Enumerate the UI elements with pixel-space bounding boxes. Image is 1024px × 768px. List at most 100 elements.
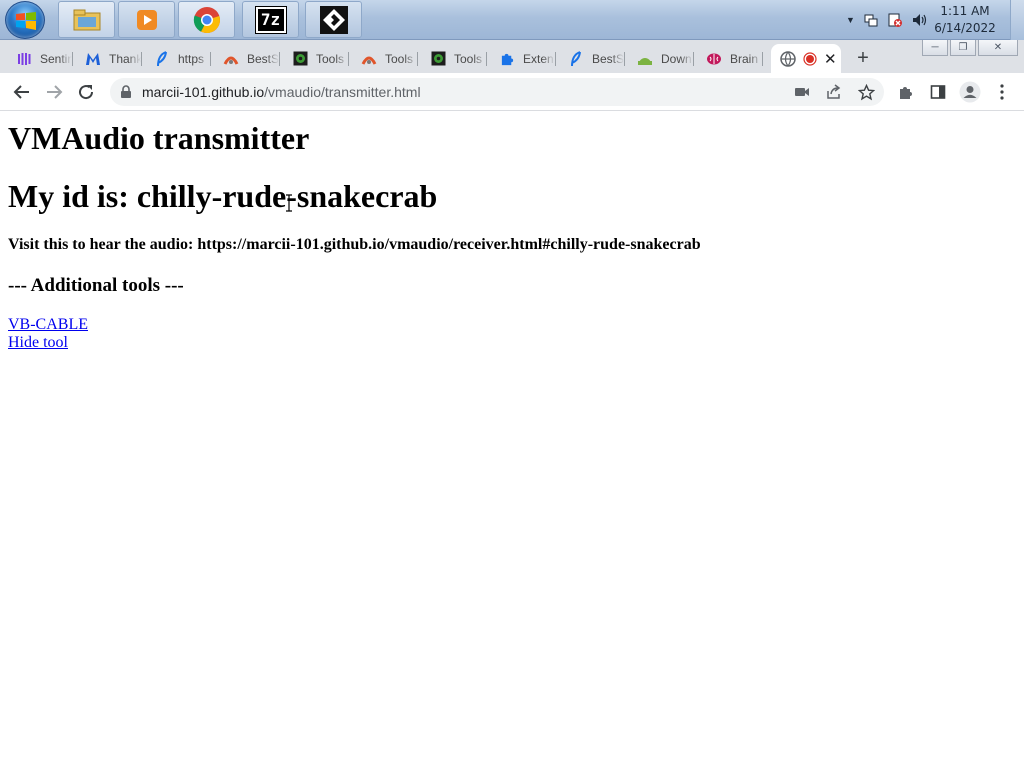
feather-icon bbox=[568, 50, 584, 67]
brain-icon bbox=[706, 51, 722, 67]
taskbar-cursor-app[interactable] bbox=[305, 1, 362, 38]
restore-button[interactable]: ❐ bbox=[950, 40, 976, 56]
clock-time[interactable]: 1:11 AM bbox=[930, 4, 1000, 18]
avatar-icon bbox=[959, 81, 981, 103]
vb-cable-link[interactable]: VB-CABLE bbox=[8, 316, 88, 334]
camera-indicator[interactable] bbox=[790, 80, 814, 104]
additional-tools-heading: --- Additional tools --- bbox=[8, 275, 184, 296]
tab-title: Sentinel bbox=[40, 51, 72, 66]
tab-5[interactable]: Tools bbox=[280, 44, 349, 73]
side-panel-icon bbox=[930, 85, 946, 99]
taskbar-7zip[interactable]: 7z bbox=[242, 1, 299, 38]
tab-1[interactable]: Sentinel bbox=[4, 44, 73, 73]
tab-title: https bbox=[178, 51, 205, 66]
minimize-icon: ─ bbox=[931, 42, 939, 53]
tab-11[interactable]: Brain bbox=[694, 44, 763, 73]
camera-icon bbox=[795, 88, 809, 96]
record-icon bbox=[803, 51, 817, 66]
close-tab-icon[interactable]: ✕ bbox=[824, 50, 837, 68]
media-player-icon bbox=[136, 9, 157, 30]
globe-icon bbox=[780, 50, 796, 67]
android-icon bbox=[637, 51, 653, 67]
tab-title: BestS bbox=[247, 51, 279, 66]
browser-tabstrip: Sentinel Thanks https BestS Tools Tools Tools E… bbox=[0, 40, 1024, 73]
clock-date[interactable]: 6/14/2022 bbox=[930, 21, 1000, 35]
action-center-icon[interactable] bbox=[887, 12, 903, 28]
system-tray: ▼ 1:11 AM 6/14/2022 bbox=[834, 0, 1024, 40]
besties-icon bbox=[223, 51, 239, 67]
forward-arrow-icon bbox=[47, 85, 63, 99]
id-heading: My id is: chilly-rude-snakecrab bbox=[8, 178, 438, 214]
puzzle-icon bbox=[499, 51, 515, 67]
plus-icon: + bbox=[857, 47, 869, 69]
menu-button[interactable] bbox=[990, 80, 1014, 104]
tab-7[interactable]: Tools bbox=[418, 44, 487, 73]
tab-3[interactable]: https bbox=[142, 44, 211, 73]
taskbar-file-explorer[interactable] bbox=[58, 1, 115, 38]
show-desktop-button[interactable] bbox=[1010, 0, 1024, 40]
tab-title: Thanks bbox=[109, 51, 141, 66]
tab-title: Tools bbox=[385, 51, 414, 66]
share-button[interactable] bbox=[822, 80, 846, 104]
tab-title: BestS bbox=[592, 51, 624, 66]
restore-icon: ❐ bbox=[958, 42, 968, 53]
forward-button[interactable] bbox=[42, 80, 66, 104]
reload-icon bbox=[79, 85, 94, 100]
url-path: /vmaudio/transmitter.html bbox=[264, 84, 421, 100]
taskbar-media-player[interactable] bbox=[118, 1, 175, 38]
7zip-label: 7z bbox=[260, 10, 281, 29]
reload-button[interactable] bbox=[74, 80, 98, 104]
side-panel-button[interactable] bbox=[926, 80, 950, 104]
volume-icon[interactable] bbox=[911, 12, 929, 28]
tab-title: Down bbox=[661, 51, 692, 66]
cursor-app-icon bbox=[319, 5, 348, 34]
star-icon bbox=[857, 83, 875, 100]
profile-button[interactable] bbox=[958, 80, 982, 104]
minimize-button[interactable]: ─ bbox=[922, 40, 948, 56]
back-button[interactable] bbox=[10, 80, 34, 104]
text-cursor-icon bbox=[286, 194, 292, 212]
tab-title: Exten bbox=[523, 51, 554, 66]
taskbar-chrome[interactable] bbox=[178, 1, 235, 38]
start-button[interactable] bbox=[5, 1, 45, 39]
tab-4[interactable]: BestS bbox=[211, 44, 280, 73]
tab-active[interactable]: ✕ bbox=[771, 44, 841, 73]
tab-9[interactable]: BestS bbox=[556, 44, 625, 73]
windows-logo-icon bbox=[16, 12, 36, 30]
hide-tool-link[interactable]: Hide tool bbox=[8, 334, 68, 352]
url-host: marcii-101.github.io bbox=[142, 84, 265, 100]
sentinel-icon bbox=[16, 51, 32, 67]
share-icon bbox=[827, 84, 841, 99]
kebab-menu-icon bbox=[1000, 84, 1004, 100]
tab-title: Tools bbox=[316, 51, 345, 66]
tab-6[interactable]: Tools bbox=[349, 44, 418, 73]
back-arrow-icon bbox=[13, 85, 29, 99]
gear-icon bbox=[292, 51, 308, 67]
tab-10[interactable]: Down bbox=[625, 44, 694, 73]
malwarebytes-icon bbox=[85, 51, 101, 67]
feather-icon bbox=[154, 50, 170, 67]
browser-toolbar: marcii-101.github.io/vmaudio/transmitter… bbox=[0, 73, 1024, 111]
page-content: VMAudio transmitter My id is: chilly-rud… bbox=[0, 112, 1024, 768]
folder-icon bbox=[73, 9, 100, 30]
besties-icon bbox=[361, 51, 377, 67]
chrome-icon bbox=[193, 6, 220, 33]
network-icon[interactable] bbox=[863, 12, 879, 28]
url-text[interactable]: marcii-101.github.io/vmaudio/transmitter… bbox=[142, 84, 421, 100]
tab-2[interactable]: Thanks bbox=[73, 44, 142, 73]
window-controls: ─ ❐ ✕ bbox=[922, 40, 1018, 56]
new-tab-button[interactable]: + bbox=[851, 47, 875, 71]
7zip-icon: 7z bbox=[254, 5, 287, 34]
bookmark-button[interactable] bbox=[854, 80, 878, 104]
tab-8[interactable]: Exten bbox=[487, 44, 556, 73]
extensions-button[interactable] bbox=[894, 80, 918, 104]
close-window-button[interactable]: ✕ bbox=[978, 40, 1018, 56]
lock-icon[interactable] bbox=[120, 85, 132, 99]
receiver-instructions: Visit this to hear the audio: https://ma… bbox=[8, 236, 701, 253]
address-bar[interactable]: marcii-101.github.io/vmaudio/transmitter… bbox=[110, 78, 884, 106]
gear-icon bbox=[430, 51, 446, 67]
tab-title: Tools bbox=[454, 51, 483, 66]
windows-taskbar: 7z ▼ 1:11 AM 6/14/2022 bbox=[0, 0, 1024, 40]
tray-overflow-icon[interactable]: ▼ bbox=[846, 15, 855, 25]
tab-title: Brain bbox=[730, 51, 759, 66]
